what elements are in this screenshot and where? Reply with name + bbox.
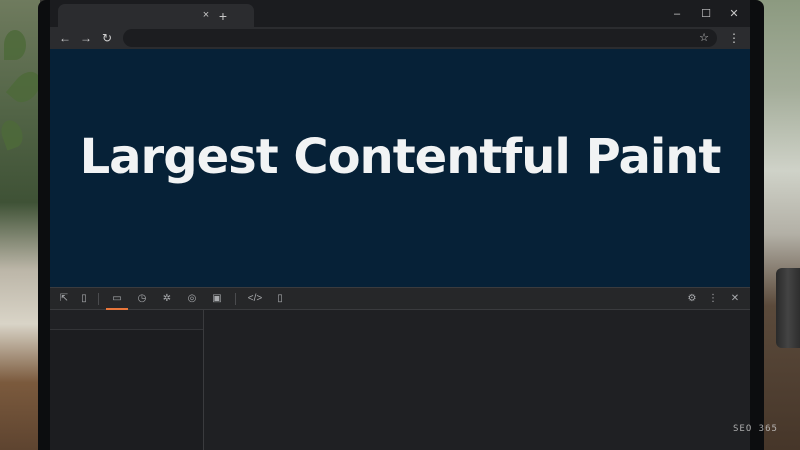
bookmark-star-icon[interactable]: ☆ xyxy=(697,30,711,46)
elements-tab-icon[interactable]: ▭ xyxy=(109,291,125,307)
device-toolbar-icon[interactable]: ▯ xyxy=(76,291,92,307)
forward-arrow-icon[interactable]: → xyxy=(78,30,94,46)
browser-toolbar: ← → ↻ ☆ ⋮ xyxy=(50,27,750,49)
window-close-icon[interactable]: ✕ xyxy=(726,6,742,22)
plant-leaf xyxy=(4,30,26,60)
sources-tab-icon[interactable]: ✲ xyxy=(159,291,175,307)
devtools-main-pane xyxy=(205,310,750,450)
devtools-toolbar: ⇱ ▯ ▭ ◷ ✲ ◎ ▣ </> ▯ ⚙ ⋮ ✕ xyxy=(50,288,750,310)
plant-leaf xyxy=(0,117,27,151)
performance-tab-icon[interactable]: ◷ xyxy=(134,291,150,307)
page-viewport: Largest Contentful Paint xyxy=(50,49,750,287)
application-tab-icon[interactable]: ▯ xyxy=(272,291,288,307)
close-tab-icon[interactable]: × xyxy=(199,7,213,23)
minimize-icon[interactable]: – xyxy=(669,6,685,22)
devtools-panel: ⇱ ▯ ▭ ◷ ✲ ◎ ▣ </> ▯ ⚙ ⋮ ✕ xyxy=(50,287,750,450)
inspect-element-icon[interactable]: ⇱ xyxy=(56,291,72,307)
hero-heading: Largest Contentful Paint xyxy=(79,129,722,185)
devtools-settings-icon[interactable]: ⚙ xyxy=(684,291,700,307)
new-tab-icon[interactable]: + xyxy=(216,8,230,24)
toolbar-divider xyxy=(98,293,99,305)
background-plant-shelf xyxy=(0,0,47,450)
background-mug xyxy=(776,268,800,348)
address-bar[interactable]: ☆ xyxy=(123,29,717,47)
maximize-icon[interactable]: ☐ xyxy=(698,6,714,22)
reload-icon[interactable]: ↻ xyxy=(99,30,115,46)
back-arrow-icon[interactable]: ← xyxy=(57,30,73,46)
watermark-text: SEO 365 xyxy=(733,424,778,434)
browser-menu-icon[interactable]: ⋮ xyxy=(726,30,742,46)
lighthouse-tab-icon[interactable]: ▣ xyxy=(209,291,225,307)
tab-strip: × + – ☐ ✕ xyxy=(50,0,750,27)
devtools-sidebar-header xyxy=(50,310,203,330)
browser-tab[interactable]: × + xyxy=(58,4,254,27)
toolbar-divider xyxy=(235,293,236,305)
network-tab-icon[interactable]: ◎ xyxy=(184,291,200,307)
devtools-sidebar xyxy=(50,310,204,450)
devtools-more-icon[interactable]: ⋮ xyxy=(705,291,721,307)
browser-window: × + – ☐ ✕ ← → ↻ ☆ ⋮ Largest Contentful P… xyxy=(50,0,750,450)
devtools-close-icon[interactable]: ✕ xyxy=(727,291,743,307)
console-tab-icon[interactable]: </> xyxy=(244,291,266,307)
